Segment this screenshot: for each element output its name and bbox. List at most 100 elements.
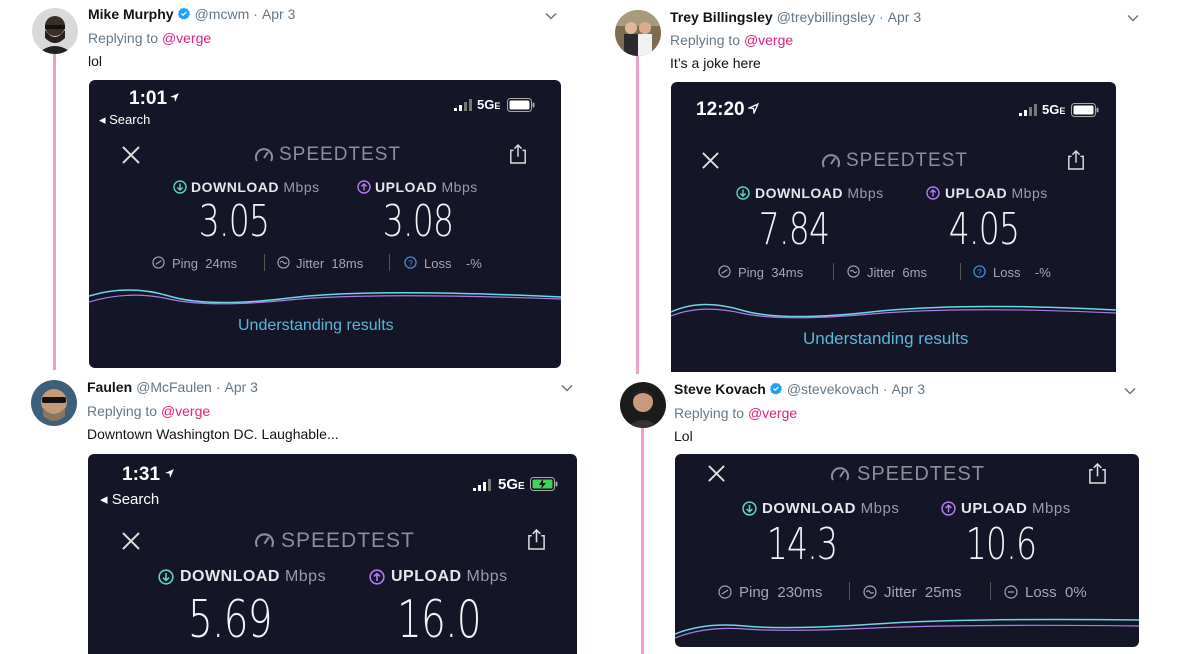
speed-graph bbox=[89, 289, 561, 305]
upload-label: UPLOAD Mbps bbox=[391, 568, 508, 585]
signal-bars-icon bbox=[454, 99, 472, 111]
download-speed: 7.84 bbox=[758, 204, 830, 255]
close-icon[interactable] bbox=[121, 531, 141, 551]
verified-badge-icon bbox=[177, 7, 190, 20]
share-icon[interactable] bbox=[509, 143, 527, 165]
signal-bars-icon bbox=[473, 479, 491, 491]
download-speed: 5.69 bbox=[187, 590, 273, 650]
avatar[interactable] bbox=[615, 10, 661, 56]
location-arrow-icon bbox=[170, 93, 179, 102]
tweet-header: Mike Murphy @mcwm · Apr 3 bbox=[88, 6, 295, 22]
chevron-down-icon[interactable] bbox=[544, 9, 558, 23]
tweet-text: Downtown Washington DC. Laughable... bbox=[87, 426, 339, 442]
display-name[interactable]: Steve Kovach bbox=[674, 381, 766, 397]
divider bbox=[264, 254, 265, 271]
share-icon[interactable] bbox=[527, 528, 546, 551]
tweet-text: It’s a joke here bbox=[670, 55, 761, 71]
upload-speed: 10.6 bbox=[965, 519, 1037, 570]
mention-link[interactable]: @verge bbox=[748, 405, 797, 421]
loss-stat: Loss 0% bbox=[1025, 584, 1087, 601]
user-handle[interactable]: @McFaulen bbox=[136, 379, 212, 395]
user-handle[interactable]: @treybillingsley bbox=[777, 9, 875, 25]
thread-line-left bbox=[53, 52, 56, 370]
divider bbox=[833, 263, 834, 280]
speedtest-screenshot[interactable]: SPEEDTEST DOWNLOAD Mbps UPLOAD Mbps 14.3… bbox=[675, 454, 1139, 647]
status-time: 12:20 bbox=[696, 99, 745, 120]
tweet-header: Steve Kovach @stevekovach · Apr 3 bbox=[674, 381, 925, 397]
separator-dot: · bbox=[253, 6, 258, 22]
divider bbox=[960, 263, 961, 280]
tweet-date[interactable]: Apr 3 bbox=[888, 9, 921, 25]
back-to-search[interactable]: ◂ Search bbox=[99, 112, 150, 128]
speedtest-logo: SPEEDTEST bbox=[281, 529, 415, 552]
jitter-stat: Jitter 6ms bbox=[867, 265, 927, 280]
svg-text:?: ? bbox=[977, 267, 982, 277]
loss-stat: Loss -% bbox=[993, 265, 1051, 280]
jitter-icon bbox=[847, 265, 860, 278]
separator-dot: · bbox=[215, 379, 221, 395]
help-icon[interactable]: ? bbox=[973, 265, 986, 278]
divider bbox=[389, 254, 390, 271]
avatar[interactable] bbox=[31, 380, 77, 426]
download-speed: 3.05 bbox=[198, 196, 270, 247]
user-handle[interactable]: @stevekovach bbox=[787, 381, 879, 397]
understanding-results-link[interactable]: Understanding results bbox=[803, 329, 968, 349]
mention-link[interactable]: @verge bbox=[744, 32, 793, 48]
speed-graph bbox=[675, 618, 1139, 639]
tweet-date[interactable]: Apr 3 bbox=[262, 6, 295, 22]
help-icon[interactable]: ? bbox=[404, 256, 417, 269]
share-icon[interactable] bbox=[1067, 149, 1085, 171]
separator-dot: · bbox=[882, 381, 888, 397]
mention-link[interactable]: @verge bbox=[161, 403, 210, 419]
battery-charging-icon bbox=[530, 477, 558, 491]
close-icon[interactable] bbox=[701, 151, 720, 170]
upload-label: UPLOAD Mbps bbox=[961, 500, 1071, 517]
replying-to: Replying to @verge bbox=[87, 403, 210, 419]
share-icon[interactable] bbox=[1088, 462, 1107, 485]
ping-stat: Ping 34ms bbox=[738, 265, 804, 280]
speedtest-screenshot[interactable]: 12:20 5GE SPEEDTEST DOWNLOAD Mbps UPLOAD… bbox=[671, 82, 1116, 372]
back-to-search[interactable]: ◂ Search bbox=[100, 490, 159, 508]
speedtest-screenshot[interactable]: 1:31 ◂ Search 5GE SPEEDTEST DOWNLOAD Mbp… bbox=[88, 454, 577, 654]
chevron-down-icon[interactable] bbox=[1126, 11, 1140, 25]
svg-text:?: ? bbox=[408, 258, 413, 268]
download-arrow-icon bbox=[158, 569, 174, 585]
close-icon[interactable] bbox=[121, 145, 141, 165]
display-name[interactable]: Mike Murphy bbox=[88, 6, 174, 22]
user-handle[interactable]: @mcwm bbox=[195, 6, 250, 22]
speedtest-gauge-icon bbox=[831, 467, 849, 481]
chevron-down-icon[interactable] bbox=[560, 381, 574, 395]
speedtest-gauge-icon bbox=[822, 154, 840, 168]
tweet-text: Lol bbox=[674, 428, 693, 444]
ping-icon bbox=[718, 585, 732, 599]
thread-line-right bbox=[636, 56, 639, 374]
replying-to: Replying to @verge bbox=[88, 30, 211, 46]
avatar[interactable] bbox=[620, 382, 666, 428]
jitter-stat: Jitter 25ms bbox=[884, 584, 962, 601]
avatar[interactable] bbox=[32, 8, 78, 54]
ping-icon bbox=[152, 256, 165, 269]
signal-bars-icon bbox=[1019, 104, 1037, 116]
verified-badge-icon bbox=[769, 382, 782, 395]
speedtest-screenshot[interactable]: 1:01 ◂ Search 5GE SPEEDTEST DOWNLOAD Mbp… bbox=[89, 80, 561, 368]
replying-to: Replying to @verge bbox=[670, 32, 793, 48]
display-name[interactable]: Faulen bbox=[87, 379, 132, 395]
mention-link[interactable]: @verge bbox=[162, 30, 211, 46]
download-arrow-icon bbox=[173, 180, 187, 194]
display-name[interactable]: Trey Billingsley bbox=[670, 9, 773, 25]
tweet-header: Trey Billingsley @treybillingsley · Apr … bbox=[670, 9, 921, 25]
speedtest-gauge-icon bbox=[255, 148, 273, 162]
close-icon[interactable] bbox=[707, 464, 726, 483]
speedtest-logo: SPEEDTEST bbox=[846, 150, 968, 171]
understanding-results-link[interactable]: Understanding results bbox=[238, 317, 394, 335]
jitter-icon bbox=[863, 585, 877, 599]
download-label: DOWNLOAD Mbps bbox=[191, 179, 320, 195]
download-speed: 14.3 bbox=[766, 519, 838, 570]
upload-arrow-icon bbox=[357, 180, 371, 194]
location-arrow-icon bbox=[748, 103, 759, 114]
upload-speed: 3.08 bbox=[382, 196, 454, 247]
download-label: DOWNLOAD Mbps bbox=[762, 500, 900, 517]
tweet-date[interactable]: Apr 3 bbox=[224, 379, 257, 395]
chevron-down-icon[interactable] bbox=[1123, 384, 1137, 398]
tweet-date[interactable]: Apr 3 bbox=[892, 381, 925, 397]
